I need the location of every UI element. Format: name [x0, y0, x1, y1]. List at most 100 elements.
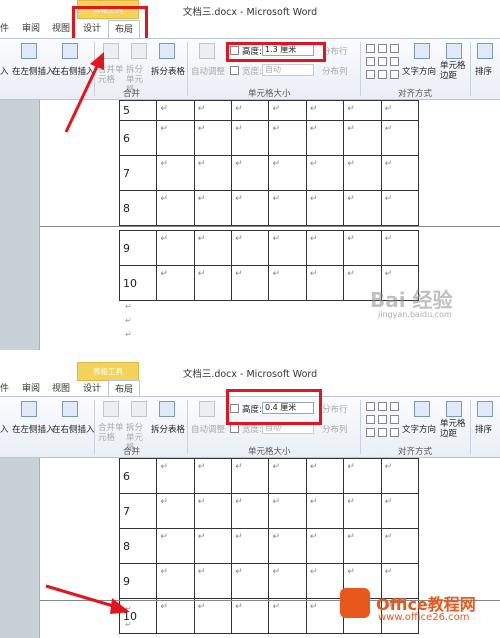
- table-cell[interactable]: ↵: [380, 458, 420, 494]
- table-cell[interactable]: ↵: [193, 598, 233, 634]
- table-cell[interactable]: ↵: [305, 458, 345, 494]
- table-cell[interactable]: ↵: [231, 155, 270, 191]
- table-cell[interactable]: ↵: [268, 155, 307, 191]
- row-number[interactable]: 7: [118, 493, 158, 529]
- table-cell[interactable]: ↵: [231, 528, 270, 564]
- table-cell[interactable]: ↵: [305, 265, 345, 301]
- table-cell[interactable]: ↵: [305, 493, 345, 529]
- table-cell[interactable]: ↵: [343, 528, 382, 564]
- table-cell[interactable]: ↵: [193, 458, 233, 494]
- table-cell[interactable]: ↵: [305, 120, 345, 156]
- table-cell[interactable]: ↵: [268, 563, 307, 599]
- table-cell[interactable]: ↵: [156, 100, 195, 121]
- table-cell[interactable]: ↵: [380, 230, 420, 266]
- table-cell[interactable]: ↵: [193, 155, 233, 191]
- table-cell[interactable]: ↵: [343, 120, 382, 156]
- table-cell[interactable]: ↵: [305, 598, 345, 634]
- table-cell[interactable]: ↵: [156, 265, 195, 301]
- table-cell[interactable]: ↵: [193, 493, 233, 529]
- insert-right-button[interactable]: 在右侧插入: [52, 423, 95, 435]
- table-cell[interactable]: ↵: [193, 265, 233, 301]
- insert-left-button[interactable]: 在左侧插入: [12, 423, 55, 435]
- table-cell[interactable]: ↵: [231, 563, 270, 599]
- row-number[interactable]: 6: [118, 120, 158, 156]
- row-number[interactable]: 6: [118, 458, 158, 494]
- table-cell[interactable]: ↵: [156, 190, 195, 226]
- merge-cells-button[interactable]: 合并单元格: [98, 423, 124, 443]
- row-number[interactable]: 7: [118, 155, 158, 191]
- table-cell[interactable]: ↵: [156, 155, 195, 191]
- table-cell[interactable]: ↵: [193, 230, 233, 266]
- table-cell[interactable]: ↵: [268, 100, 307, 121]
- table-cell[interactable]: ↵: [343, 100, 382, 121]
- row-number[interactable]: 10: [118, 265, 158, 301]
- sort-button[interactable]: 排序: [475, 65, 492, 77]
- table-cell[interactable]: ↵: [268, 190, 307, 226]
- table-cell[interactable]: ↵: [156, 563, 195, 599]
- table-cell[interactable]: ↵: [193, 563, 233, 599]
- column-width-input[interactable]: 自动: [262, 64, 314, 76]
- cell-margins-button[interactable]: 单元格边距: [440, 61, 468, 81]
- insert-below-label[interactable]: 入: [0, 65, 9, 77]
- row-number[interactable]: 9: [118, 230, 158, 266]
- table-cell[interactable]: ↵: [380, 493, 420, 529]
- table-cell[interactable]: ↵: [343, 230, 382, 266]
- row-number[interactable]: 5: [118, 100, 158, 121]
- table-cell[interactable]: ↵: [380, 528, 420, 564]
- table-cell[interactable]: ↵: [268, 458, 307, 494]
- table-cell[interactable]: ↵: [343, 493, 382, 529]
- table-cell[interactable]: ↵: [268, 598, 307, 634]
- table-cell[interactable]: ↵: [231, 493, 270, 529]
- table-cell[interactable]: ↵: [305, 100, 345, 121]
- table-cell[interactable]: ↵: [380, 120, 420, 156]
- table-cell[interactable]: ↵: [231, 120, 270, 156]
- insert-left-button[interactable]: 在左侧插入: [12, 65, 55, 77]
- table-cell[interactable]: ↵: [156, 528, 195, 564]
- table-cell[interactable]: ↵: [193, 190, 233, 226]
- autofit-button[interactable]: 自动调整: [191, 65, 225, 77]
- table-cell[interactable]: ↵: [305, 563, 345, 599]
- row-number[interactable]: 8: [118, 528, 158, 564]
- insert-below-label[interactable]: 入: [0, 423, 9, 435]
- table-cell[interactable]: ↵: [343, 155, 382, 191]
- table-cell[interactable]: ↵: [268, 493, 307, 529]
- table-cell[interactable]: ↵: [343, 190, 382, 226]
- text-direction-button[interactable]: 文字方向: [402, 423, 436, 435]
- table-cell[interactable]: ↵: [380, 100, 420, 121]
- split-table-button[interactable]: 拆分表格: [151, 423, 185, 435]
- cell-margins-button[interactable]: 单元格边距: [440, 419, 468, 439]
- distribute-cols-button[interactable]: 分布列: [322, 65, 348, 77]
- table-cell[interactable]: ↵: [380, 155, 420, 191]
- table-cell[interactable]: ↵: [156, 458, 195, 494]
- table-cell[interactable]: ↵: [156, 598, 195, 634]
- table-cell[interactable]: ↵: [305, 190, 345, 226]
- table-cell[interactable]: ↵: [305, 230, 345, 266]
- tab-view[interactable]: 视图: [52, 20, 70, 38]
- table-cell[interactable]: ↵: [193, 528, 233, 564]
- table-cell[interactable]: ↵: [305, 528, 345, 564]
- table-cell[interactable]: ↵: [305, 155, 345, 191]
- table-cell[interactable]: ↵: [268, 120, 307, 156]
- table-cell[interactable]: ↵: [193, 100, 233, 121]
- table-cell[interactable]: ↵: [231, 190, 270, 226]
- row-number[interactable]: 8: [118, 190, 158, 226]
- distribute-cols-button[interactable]: 分布列: [322, 423, 348, 435]
- table-cell[interactable]: ↵: [231, 100, 270, 121]
- table-cell[interactable]: ↵: [156, 120, 195, 156]
- table-cell[interactable]: ↵: [231, 598, 270, 634]
- table-cell[interactable]: ↵: [231, 230, 270, 266]
- table-cell[interactable]: ↵: [343, 458, 382, 494]
- tab-review[interactable]: 审阅: [22, 20, 40, 38]
- table-cell[interactable]: ↵: [156, 493, 195, 529]
- table-cell[interactable]: ↵: [268, 528, 307, 564]
- autofit-button[interactable]: 自动调整: [191, 423, 225, 435]
- table-cell[interactable]: ↵: [231, 458, 270, 494]
- table-cell[interactable]: ↵: [380, 190, 420, 226]
- table-cell[interactable]: ↵: [193, 120, 233, 156]
- table-cell[interactable]: ↵: [231, 265, 270, 301]
- text-direction-button[interactable]: 文字方向: [402, 65, 436, 77]
- table-cell[interactable]: ↵: [268, 230, 307, 266]
- sort-button[interactable]: 排序: [475, 423, 492, 435]
- tab-file[interactable]: 件: [0, 20, 9, 38]
- table-cell[interactable]: ↵: [268, 265, 307, 301]
